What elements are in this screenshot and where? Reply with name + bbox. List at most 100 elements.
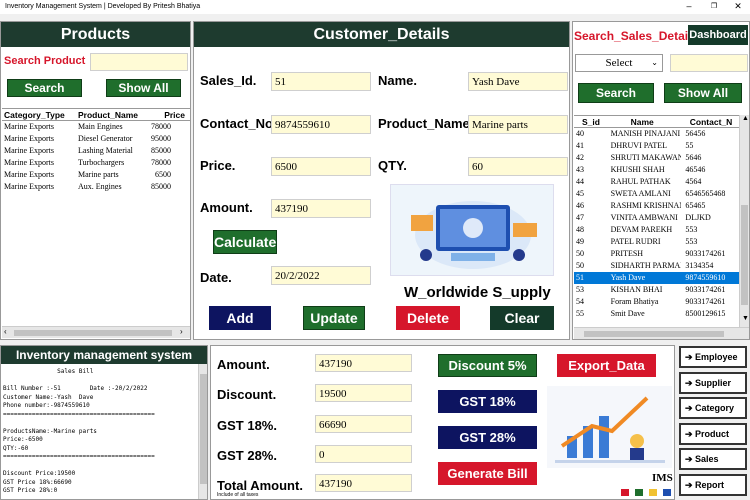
sales-show-all-button[interactable]: Show All — [664, 83, 742, 103]
scroll-down-icon[interactable]: ▼ — [742, 315, 749, 322]
amount-input[interactable]: 437190 — [271, 199, 371, 218]
gst28-input[interactable]: 0 — [315, 445, 412, 463]
bill-line — [3, 419, 197, 428]
scroll-thumb[interactable] — [200, 374, 207, 484]
nav-button-supplier[interactable]: ➔ Supplier — [679, 371, 747, 394]
bill-line: Price:-6500 — [3, 436, 43, 443]
table-row[interactable]: 49 PATEL RUDRI 553 — [574, 236, 739, 248]
products-show-all-button[interactable]: Show All — [106, 79, 181, 97]
sales-search-input[interactable] — [670, 54, 748, 72]
search-product-input[interactable] — [90, 53, 188, 71]
table-cell: SIDHARTH PARMAR — [610, 261, 682, 270]
contact-input[interactable]: 9874559610 — [271, 115, 371, 134]
products-hscrollbar[interactable]: ‹ › — [2, 326, 190, 338]
discount-input[interactable]: 19500 — [315, 384, 412, 402]
nav-button-sales[interactable]: ➔ Sales — [679, 448, 747, 470]
table-cell: MANISH PINAJANI — [610, 129, 681, 138]
table-cell: SHRUTI MAKAWAN — [610, 153, 682, 162]
name-input[interactable]: Yash Dave — [468, 72, 568, 91]
scroll-right-icon[interactable]: › — [180, 327, 183, 336]
col-category[interactable]: Category_Type — [2, 109, 74, 120]
gst18-input[interactable]: 66690 — [315, 415, 412, 433]
update-button[interactable]: Update — [303, 306, 365, 330]
table-row[interactable]: Marine Exports Lashing Material 85000 — [2, 145, 190, 157]
col-name[interactable]: Name — [607, 116, 682, 127]
table-row[interactable]: Marine Exports Main Engines 78000 — [2, 121, 190, 133]
date-input[interactable]: 20/2/2022 — [271, 266, 371, 285]
bill-text-area[interactable]: Sales Bill Bill Number :-51 Date :-20/2/2… — [3, 368, 197, 498]
table-row[interactable]: 40 MANISH PINAJANI 56456 — [574, 128, 739, 140]
close-button[interactable]: ✕ — [729, 0, 747, 14]
price-input[interactable]: 6500 — [271, 157, 371, 176]
col-product-name[interactable]: Product_Name — [74, 109, 149, 120]
table-row[interactable]: Marine Exports Marine parts 6500 — [2, 169, 190, 181]
table-cell: Marine Exports — [4, 170, 54, 179]
scroll-thumb[interactable] — [14, 330, 172, 336]
table-cell: 40 — [576, 129, 584, 138]
add-button[interactable]: Add — [209, 306, 271, 330]
dashboard-button[interactable]: Dashboard — [688, 25, 748, 45]
table-cell: 9033174261 — [685, 297, 726, 306]
table-row[interactable]: Marine Exports Turbochargers 78000 — [2, 157, 190, 169]
nav-button-category[interactable]: ➔ Category — [679, 397, 747, 419]
product-name-input[interactable]: Marine parts — [468, 115, 568, 134]
table-row[interactable]: 42 SHRUTI MAKAWAN 5646 — [574, 152, 739, 164]
col-price[interactable]: Price — [149, 109, 189, 120]
table-cell: 47 — [576, 213, 584, 222]
table-row[interactable]: Marine Exports Aux. Engines 85000 — [2, 181, 190, 193]
clear-button[interactable]: Clear — [490, 306, 554, 330]
minimize-button[interactable]: – — [680, 0, 698, 14]
amount-label: Amount. — [200, 200, 253, 215]
discount-5-button[interactable]: Discount 5% — [438, 354, 537, 377]
nav-button-report[interactable]: ➔ Report — [679, 473, 747, 496]
generate-bill-button[interactable]: Generate Bill — [438, 462, 537, 485]
nav-button-product[interactable]: ➔ Product — [679, 422, 747, 445]
table-row[interactable]: 53 KISHAN BHAI 9033174261 — [574, 284, 739, 296]
bill-vscrollbar[interactable] — [198, 364, 207, 499]
table-row[interactable]: 55 Smit Dave 8500129615 — [574, 308, 739, 320]
bill-amount-input[interactable]: 437190 — [315, 354, 412, 372]
gst18-button[interactable]: GST 18% — [438, 390, 537, 413]
delete-button[interactable]: Delete — [396, 306, 460, 330]
products-search-button[interactable]: Search — [7, 79, 82, 97]
contact-label: Contact_No. — [200, 116, 277, 131]
sales-id-input[interactable]: 51 — [271, 72, 371, 91]
scroll-left-icon[interactable]: ‹ — [4, 327, 7, 336]
col-contact[interactable]: Contact_N — [682, 116, 739, 127]
table-row[interactable]: 51 Yash Dave 9874559610 — [574, 272, 739, 284]
scroll-thumb[interactable] — [584, 331, 724, 337]
sales-filter-select[interactable]: Select ⌄ — [575, 54, 663, 72]
nav-button-employee[interactable]: ➔ Employee — [679, 346, 747, 368]
gst28-button[interactable]: GST 28% — [438, 426, 537, 449]
sales-hscrollbar[interactable] — [574, 327, 749, 339]
customer-panel: Customer_Details Sales_Id. 51 Name. Yash… — [193, 21, 570, 340]
calculate-button[interactable]: Calculate — [213, 230, 277, 254]
col-sid[interactable]: S_id — [574, 116, 607, 127]
table-cell: Lashing Material — [78, 146, 133, 155]
ims-logo: IMS — [652, 472, 673, 484]
export-data-button[interactable]: Export_Data — [557, 354, 656, 377]
table-row[interactable]: 41 DHRUVI PATEL 55 — [574, 140, 739, 152]
table-cell: 42 — [576, 153, 584, 162]
table-row[interactable]: 45 SWETA AMLANI 6546565468 — [574, 188, 739, 200]
table-row[interactable]: 44 RAHUL PATHAK 4564 — [574, 176, 739, 188]
scroll-up-icon[interactable]: ▲ — [742, 115, 749, 122]
table-row[interactable]: 50 PRITESH 9033174261 — [574, 248, 739, 260]
table-row[interactable]: 48 DEVAM PAREKH 553 — [574, 224, 739, 236]
table-row[interactable]: 47 VINITA AMBWANI DLJKD — [574, 212, 739, 224]
sales-search-button[interactable]: Search — [578, 83, 654, 103]
product-name-label: Product_Name. — [378, 116, 474, 131]
table-row[interactable]: 50 SIDHARTH PARMAR 3134354 — [574, 260, 739, 272]
scroll-thumb[interactable] — [741, 205, 748, 305]
table-row[interactable]: 46 RASHMI KRISHNAN 65465 — [574, 200, 739, 212]
table-cell: 51 — [576, 273, 584, 282]
arrow-right-icon: ➔ — [685, 403, 696, 413]
sales-vscrollbar[interactable]: ▲ ▼ — [739, 115, 749, 327]
table-row[interactable]: 54 Foram Bhatiya 9033174261 — [574, 296, 739, 308]
maximize-button[interactable]: ❐ — [705, 0, 723, 14]
table-row[interactable]: Marine Exports Diesel Generator 95000 — [2, 133, 190, 145]
table-row[interactable]: 43 KHUSHI SHAH 46546 — [574, 164, 739, 176]
total-amount-input[interactable]: 437190 — [315, 474, 412, 492]
table-cell: 553 — [685, 225, 698, 234]
qty-input[interactable]: 60 — [468, 157, 568, 176]
